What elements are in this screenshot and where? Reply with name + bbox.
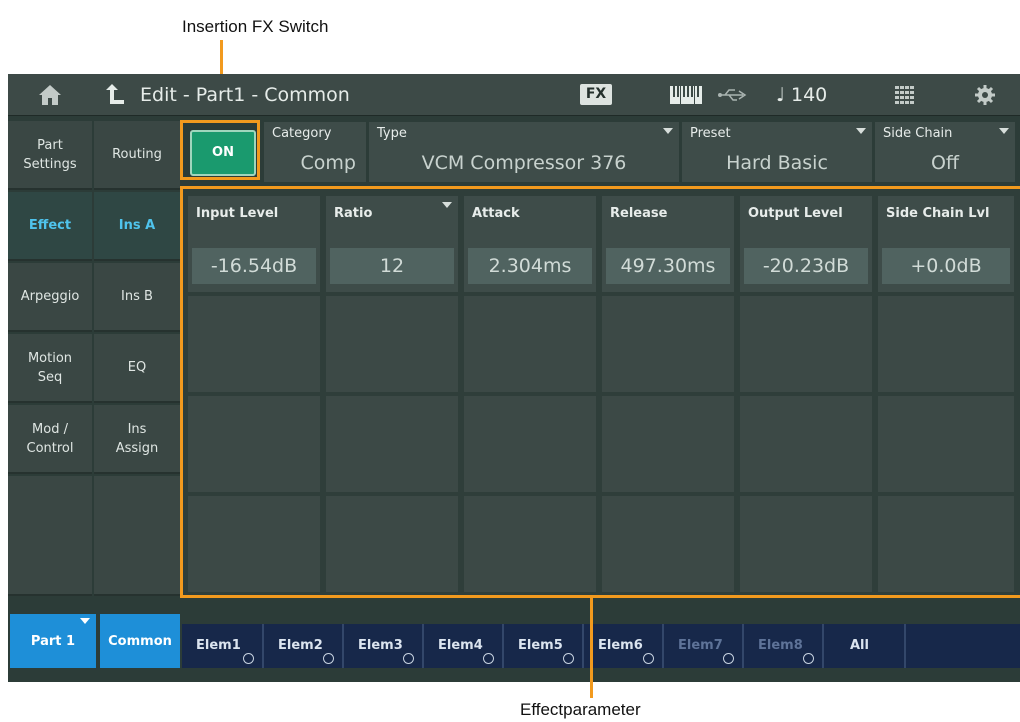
keyboard-icon [668, 74, 704, 116]
effect-parameter-callout: Effectparameter [520, 700, 641, 719]
side-chain-value: Off [930, 152, 960, 174]
type-label: Type [377, 126, 407, 141]
element-switch-icon[interactable] [403, 653, 414, 664]
nav-ins-assign[interactable]: Ins Assign [94, 405, 180, 474]
elem7-tab[interactable]: Elem7 [664, 624, 744, 668]
preset-selector[interactable]: Preset Hard Basic [682, 122, 872, 182]
elem5-tab[interactable]: Elem5 [504, 624, 584, 668]
element-strip: Elem1 Elem2 Elem3 Elem4 Elem5 Elem6 Elem… [182, 624, 1020, 668]
elem1-tab[interactable]: Elem1 [182, 624, 264, 668]
nav-empty [8, 476, 92, 596]
category-label: Category [272, 126, 332, 141]
element-switch-icon[interactable] [563, 653, 574, 664]
tempo-display[interactable]: ♩ 140 [776, 74, 827, 116]
header-bar: Edit - Part1 - Common FX ♩ 140 [8, 74, 1020, 116]
elem3-tab[interactable]: Elem3 [344, 624, 424, 668]
elem8-tab[interactable]: Elem8 [744, 624, 824, 668]
elem-label: Elem7 [678, 638, 723, 653]
part-label: Part 1 [30, 633, 76, 649]
insertion-fx-switch-callout: Insertion FX Switch [182, 17, 329, 36]
elem-label: Elem6 [598, 638, 643, 653]
nav-effect[interactable]: Effect [8, 192, 92, 261]
nav-ins-a[interactable]: Ins A [94, 192, 180, 261]
preset-label: Preset [690, 126, 731, 141]
elem-label: Elem8 [758, 638, 803, 653]
common-tab[interactable]: Common [100, 614, 180, 668]
effect-parameter-highlight [180, 186, 1020, 598]
part-selector[interactable]: Part 1 [10, 614, 96, 668]
dropdown-arrow-icon [856, 128, 866, 134]
element-switch-icon[interactable] [803, 653, 814, 664]
elem-label: Elem2 [278, 638, 323, 653]
elem6-tab[interactable]: Elem6 [584, 624, 664, 668]
elem-label: All [850, 638, 869, 653]
category-value: Comp [300, 152, 356, 174]
insertion-switch-highlight [180, 120, 260, 180]
dropdown-arrow-icon [999, 128, 1009, 134]
nav-motion-seq[interactable]: Motion Seq [8, 334, 92, 403]
nav-ins-b[interactable]: Ins B [94, 263, 180, 332]
elem-label: Elem3 [358, 638, 403, 653]
nav-eq[interactable]: EQ [94, 334, 180, 403]
elem2-tab[interactable]: Elem2 [264, 624, 344, 668]
preset-value: Hard Basic [726, 152, 828, 174]
side-chain-label: Side Chain [883, 126, 953, 141]
dropdown-arrow-icon [80, 618, 90, 624]
bottom-bar: Part 1 Common Elem1 Elem2 Elem3 Elem4 El… [8, 606, 1020, 682]
element-switch-icon[interactable] [483, 653, 494, 664]
dropdown-arrow-icon [663, 128, 673, 134]
type-selector[interactable]: Type VCM Compressor 376 [369, 122, 679, 182]
home-icon[interactable] [30, 74, 70, 116]
gear-icon[interactable] [970, 74, 1000, 116]
page-title: Edit - Part1 - Common [140, 84, 350, 106]
elem-label: Elem4 [438, 638, 483, 653]
elem-label: Elem1 [196, 638, 241, 653]
nav-routing[interactable]: Routing [94, 121, 180, 190]
nav-arpeggio[interactable]: Arpeggio [8, 263, 92, 332]
back-arrow-icon[interactable] [100, 74, 130, 116]
grid-icon[interactable] [890, 74, 920, 116]
nav-mod-control[interactable]: Mod / Control [8, 405, 92, 474]
element-switch-icon[interactable] [723, 653, 734, 664]
elem-label: Elem5 [518, 638, 563, 653]
all-tab[interactable]: All [824, 624, 906, 668]
element-switch-icon[interactable] [643, 653, 654, 664]
nav-part-settings[interactable]: Part Settings [8, 121, 92, 190]
type-value: VCM Compressor 376 [421, 152, 627, 174]
nav-empty-sub [94, 476, 180, 596]
elem4-tab[interactable]: Elem4 [424, 624, 504, 668]
callout-line-bottom [590, 598, 593, 698]
fx-badge[interactable]: FX [580, 84, 612, 105]
category-selector[interactable]: Category Comp [264, 122, 366, 182]
element-switch-icon[interactable] [243, 653, 254, 664]
element-switch-icon[interactable] [323, 653, 334, 664]
usb-icon [714, 74, 750, 116]
side-chain-selector[interactable]: Side Chain Off [875, 122, 1015, 182]
